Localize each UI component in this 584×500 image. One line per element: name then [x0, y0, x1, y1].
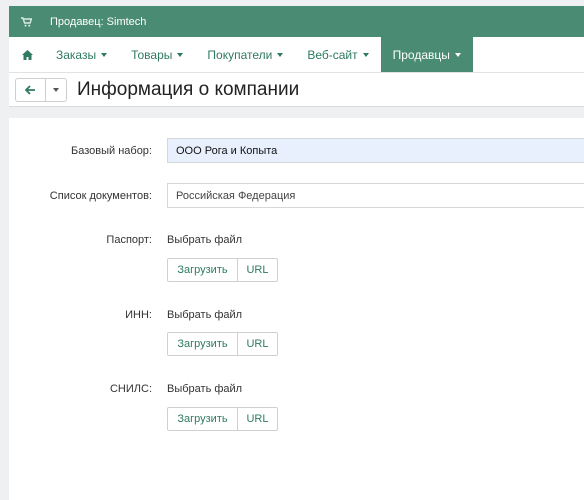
vendor-name: Продавец: Simtech — [50, 15, 147, 28]
nav-website[interactable]: Веб-сайт — [295, 37, 380, 72]
nav-website-label: Веб-сайт — [307, 47, 358, 62]
passport-file-name: Выбрать файл — [167, 234, 243, 246]
nav-vendors-label: Продавцы — [392, 47, 450, 62]
snils-upload-group: Загрузить URL — [167, 407, 278, 431]
passport-upload-group: Загрузить URL — [167, 258, 278, 282]
back-button-group — [15, 77, 67, 102]
passport-upload-button[interactable]: Загрузить — [167, 258, 238, 282]
inn-upload-group: Загрузить URL — [167, 332, 278, 356]
docs-label: Список документов: — [49, 190, 152, 202]
caret-down-icon — [177, 52, 184, 57]
nav-orders[interactable]: Заказы — [44, 37, 119, 72]
docs-select[interactable]: Российская Федерация — [167, 183, 584, 208]
snils-url-button[interactable]: URL — [238, 407, 278, 431]
caret-down-icon — [454, 52, 461, 57]
caret-down-icon — [53, 87, 59, 92]
arrow-left-icon — [25, 84, 35, 95]
nav-customers[interactable]: Покупатели — [195, 37, 295, 72]
inn-url-button[interactable]: URL — [238, 332, 278, 356]
back-button[interactable] — [15, 77, 46, 102]
nav-products[interactable]: Товары — [119, 37, 195, 72]
page-header: Информация о компании — [9, 73, 584, 107]
inn-upload-button[interactable]: Загрузить — [167, 332, 238, 356]
home-icon[interactable] — [9, 37, 44, 72]
page-title: Информация о компании — [77, 78, 300, 100]
company-form: Базовый набор: ООО Рога и Копыта Список … — [9, 118, 584, 500]
snils-upload-button[interactable]: Загрузить — [167, 407, 238, 431]
base-set-input[interactable]: ООО Рога и Копыта — [167, 138, 584, 163]
snils-file-name: Выбрать файл — [167, 383, 243, 395]
nav-customers-label: Покупатели — [207, 47, 273, 62]
snils-label: СНИЛС: — [109, 383, 152, 395]
cart-icon[interactable] — [21, 16, 32, 27]
history-dropdown-button[interactable] — [46, 77, 67, 102]
vendor-bar: Продавец: Simtech — [9, 6, 584, 37]
caret-down-icon — [362, 52, 369, 57]
caret-down-icon — [277, 52, 284, 57]
inn-file-name: Выбрать файл — [167, 309, 243, 321]
nav-orders-label: Заказы — [56, 47, 97, 62]
inn-label: ИНН: — [125, 309, 152, 321]
base-set-label: Базовый набор: — [71, 145, 152, 157]
nav-products-label: Товары — [131, 47, 173, 62]
main-nav: Заказы Товары Покупатели Веб-сайт Продав… — [9, 37, 584, 73]
passport-label: Паспорт: — [106, 234, 152, 246]
passport-url-button[interactable]: URL — [238, 258, 278, 282]
nav-vendors[interactable]: Продавцы — [380, 37, 473, 72]
caret-down-icon — [101, 52, 108, 57]
